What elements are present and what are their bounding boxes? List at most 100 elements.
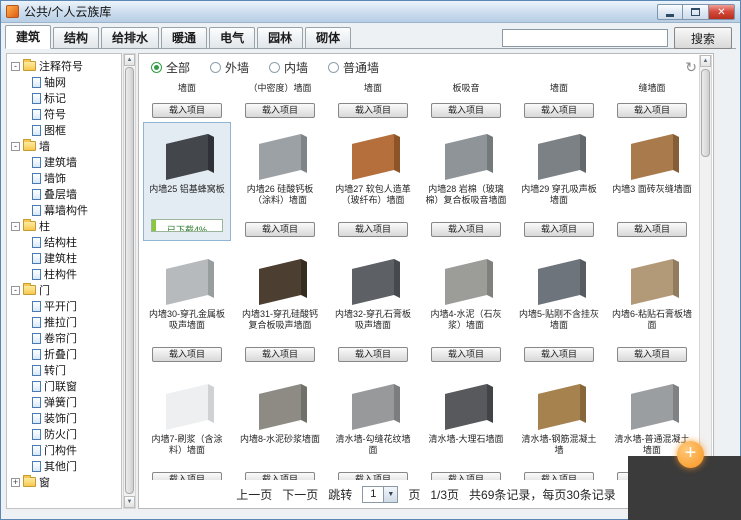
family-tile-partial[interactable]: 墙面载入项目 bbox=[143, 80, 231, 116]
search-input[interactable] bbox=[502, 29, 668, 47]
load-project-button[interactable]: 载入项目 bbox=[338, 103, 408, 118]
scroll-down-icon[interactable]: ▼ bbox=[124, 496, 135, 508]
load-project-button[interactable]: 载入项目 bbox=[431, 472, 501, 480]
family-tile[interactable]: 内墙31-穿孔硅酸钙复合板吸声墙面载入项目 bbox=[236, 247, 324, 366]
load-project-button[interactable]: 载入项目 bbox=[245, 347, 315, 362]
tree-item-图框[interactable]: 图框 bbox=[11, 122, 121, 138]
filter-radio-内墙[interactable]: 内墙 bbox=[269, 59, 308, 76]
prev-page-button[interactable]: 上一页 bbox=[236, 486, 272, 503]
chevron-down-icon[interactable]: ▼ bbox=[383, 487, 397, 502]
load-project-button[interactable]: 载入项目 bbox=[245, 103, 315, 118]
tree-folder-墙[interactable]: -墙 bbox=[11, 138, 121, 154]
tree-item-防火门[interactable]: 防火门 bbox=[11, 426, 121, 442]
family-tile[interactable]: 内墙26 硅酸钙板（涂料）墙面载入项目 bbox=[236, 122, 324, 241]
tree-item-门构件[interactable]: 门构件 bbox=[11, 442, 121, 458]
family-tile[interactable]: 内墙25 铝基蜂窝板已下载4% bbox=[143, 122, 231, 241]
family-tile[interactable]: 清水墙-勾缝花纹墙面载入项目 bbox=[329, 372, 417, 480]
tree-item-标记[interactable]: 标记 bbox=[11, 90, 121, 106]
tab-电气[interactable]: 电气 bbox=[209, 27, 255, 48]
filter-radio-普通墙[interactable]: 普通墙 bbox=[328, 59, 379, 76]
tree-item-柱构件[interactable]: 柱构件 bbox=[11, 266, 121, 282]
load-project-button[interactable]: 载入项目 bbox=[431, 347, 501, 362]
tree-item-卷帘门[interactable]: 卷帘门 bbox=[11, 330, 121, 346]
grid-scrollbar-thumb[interactable] bbox=[701, 69, 710, 157]
load-project-button[interactable]: 载入项目 bbox=[431, 103, 501, 118]
family-tile[interactable]: 内墙27 软包人造革（玻纤布）墙面载入项目 bbox=[329, 122, 417, 241]
filter-radio-外墙[interactable]: 外墙 bbox=[210, 59, 249, 76]
family-tile[interactable]: 内墙32-穿孔石膏板吸声墙面载入项目 bbox=[329, 247, 417, 366]
family-tile-partial[interactable]: 墙面载入项目 bbox=[329, 80, 417, 116]
next-page-button[interactable]: 下一页 bbox=[282, 486, 318, 503]
search-button[interactable]: 搜索 bbox=[674, 27, 732, 49]
load-project-button[interactable]: 载入项目 bbox=[152, 472, 222, 480]
close-button[interactable]: ✕ bbox=[709, 4, 735, 20]
load-project-button[interactable]: 载入项目 bbox=[524, 347, 594, 362]
load-project-button[interactable]: 载入项目 bbox=[617, 222, 687, 237]
tree-item-装饰门[interactable]: 装饰门 bbox=[11, 410, 121, 426]
filter-radio-全部[interactable]: 全部 bbox=[151, 59, 190, 76]
tree-item-转门[interactable]: 转门 bbox=[11, 362, 121, 378]
tree-folder-注释符号[interactable]: -注释符号 bbox=[11, 58, 121, 74]
family-tile[interactable]: 内墙30-穿孔金属板吸声墙面载入项目 bbox=[143, 247, 231, 366]
tree-item-结构柱[interactable]: 结构柱 bbox=[11, 234, 121, 250]
tree-scrollbar[interactable]: ▲ ▼ bbox=[123, 53, 136, 509]
tab-暖通[interactable]: 暖通 bbox=[161, 27, 207, 48]
tree-item-门联窗[interactable]: 门联窗 bbox=[11, 378, 121, 394]
load-project-button[interactable]: 载入项目 bbox=[338, 472, 408, 480]
tree-item-推拉门[interactable]: 推拉门 bbox=[11, 314, 121, 330]
load-project-button[interactable]: 载入项目 bbox=[431, 222, 501, 237]
tab-砌体[interactable]: 砌体 bbox=[305, 27, 351, 48]
tree-folder-柱[interactable]: -柱 bbox=[11, 218, 121, 234]
tree-folder-窗[interactable]: +窗 bbox=[11, 474, 121, 490]
tree-item-弹簧门[interactable]: 弹簧门 bbox=[11, 394, 121, 410]
load-project-button[interactable]: 载入项目 bbox=[245, 472, 315, 480]
tree-item-叠层墙[interactable]: 叠层墙 bbox=[11, 186, 121, 202]
tree-item-折叠门[interactable]: 折叠门 bbox=[11, 346, 121, 362]
family-tile[interactable]: 内墙5-贴刚不含挂灰墙面载入项目 bbox=[515, 247, 603, 366]
family-tile[interactable]: 内墙7-刷浆（含涂料）墙面载入项目 bbox=[143, 372, 231, 480]
family-tile[interactable]: 内墙3 面砖灰缝墙面载入项目 bbox=[608, 122, 696, 241]
tree-item-墙饰[interactable]: 墙饰 bbox=[11, 170, 121, 186]
title-bar[interactable]: 公共/个人云族库 ✕ bbox=[1, 1, 740, 23]
expand-toggle-icon[interactable]: - bbox=[11, 286, 20, 295]
load-project-button[interactable]: 载入项目 bbox=[617, 347, 687, 362]
tree-folder-门[interactable]: -门 bbox=[11, 282, 121, 298]
tab-园林[interactable]: 园林 bbox=[257, 27, 303, 48]
tree-item-其他门[interactable]: 其他门 bbox=[11, 458, 121, 474]
refresh-icon[interactable]: ↻ bbox=[685, 60, 697, 74]
tree-item-幕墙构件[interactable]: 幕墙构件 bbox=[11, 202, 121, 218]
tree-item-符号[interactable]: 符号 bbox=[11, 106, 121, 122]
tree-item-轴网[interactable]: 轴网 bbox=[11, 74, 121, 90]
family-tile-partial[interactable]: （中密度）墙面载入项目 bbox=[236, 80, 324, 116]
expand-toggle-icon[interactable]: - bbox=[11, 142, 20, 151]
load-project-button[interactable]: 载入项目 bbox=[617, 103, 687, 118]
expand-toggle-icon[interactable]: - bbox=[11, 62, 20, 71]
family-tile[interactable]: 内墙6-粘贴石膏板墙面载入项目 bbox=[608, 247, 696, 366]
family-tile[interactable]: 清水墙-钢筋混凝土墙载入项目 bbox=[515, 372, 603, 480]
family-tile[interactable]: 内墙28 岩棉（玻璃棉）复合板吸音墙面载入项目 bbox=[422, 122, 510, 241]
scroll-up-icon[interactable]: ▲ bbox=[700, 55, 711, 67]
tree-item-建筑墙[interactable]: 建筑墙 bbox=[11, 154, 121, 170]
family-tile-partial[interactable]: 板吸音载入项目 bbox=[422, 80, 510, 116]
load-project-button[interactable]: 载入项目 bbox=[152, 103, 222, 118]
family-tile[interactable]: 内墙8-水泥砂浆墙面载入项目 bbox=[236, 372, 324, 480]
family-tile[interactable]: 内墙29 穿孔吸声板墙面载入项目 bbox=[515, 122, 603, 241]
load-project-button[interactable]: 载入项目 bbox=[524, 472, 594, 480]
page-select[interactable]: 1 ▼ bbox=[362, 486, 398, 503]
family-tile[interactable]: 内墙4-水泥（石灰浆）墙面载入项目 bbox=[422, 247, 510, 366]
tree-item-建筑柱[interactable]: 建筑柱 bbox=[11, 250, 121, 266]
load-project-button[interactable]: 载入项目 bbox=[524, 222, 594, 237]
load-project-button[interactable]: 载入项目 bbox=[338, 222, 408, 237]
grid-scrollbar[interactable]: ▲ ▼ bbox=[699, 55, 712, 481]
load-project-button[interactable]: 载入项目 bbox=[524, 103, 594, 118]
scroll-up-icon[interactable]: ▲ bbox=[124, 54, 135, 66]
minimize-button[interactable] bbox=[657, 4, 683, 20]
load-project-button[interactable]: 载入项目 bbox=[152, 347, 222, 362]
family-tile-partial[interactable]: 墙面载入项目 bbox=[515, 80, 603, 116]
family-tile-partial[interactable]: 缝墙面载入项目 bbox=[608, 80, 696, 116]
maximize-button[interactable] bbox=[683, 4, 709, 20]
tree-scrollbar-thumb[interactable] bbox=[125, 67, 134, 494]
tab-结构[interactable]: 结构 bbox=[53, 27, 99, 48]
load-project-button[interactable]: 载入项目 bbox=[338, 347, 408, 362]
tab-给排水[interactable]: 给排水 bbox=[101, 27, 159, 48]
